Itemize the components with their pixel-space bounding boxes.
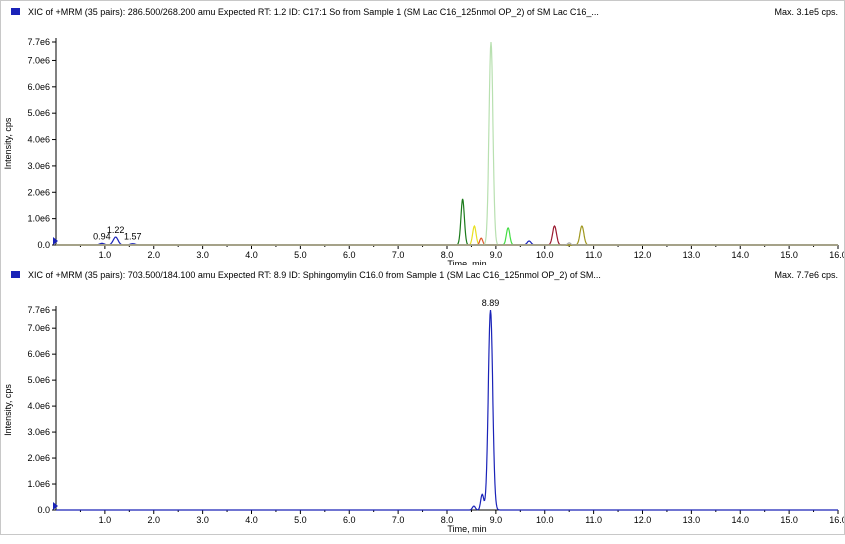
- x-tick-label: 13.0: [683, 250, 701, 260]
- y-tick-label: 1.0e6: [27, 214, 50, 224]
- series-line: [56, 309, 838, 511]
- x-tick-label: 6.0: [343, 250, 356, 260]
- y-tick-label: 2.0e6: [27, 453, 50, 463]
- y-tick-label: 6.0e6: [27, 82, 50, 92]
- y-tick-label: 7.7e6: [27, 305, 50, 315]
- trace-color-icon: [11, 8, 20, 16]
- series-line: [56, 237, 838, 246]
- y-axis-label: Intensity, cps: [3, 117, 13, 169]
- x-tick-label: 10.0: [536, 250, 554, 260]
- series-line: [56, 198, 838, 246]
- y-tick-label: 5.0e6: [27, 108, 50, 118]
- x-tick-label: 4.0: [245, 250, 258, 260]
- x-tick-label: 3.0: [196, 250, 209, 260]
- x-tick-label: 7.0: [392, 250, 405, 260]
- x-tick-label: 3.0: [196, 515, 209, 525]
- y-tick-label: 2.0e6: [27, 187, 50, 197]
- x-tick-label: 6.0: [343, 515, 356, 525]
- x-tick-label: 1.0: [99, 250, 112, 260]
- y-tick-label: 4.0e6: [27, 401, 50, 411]
- x-tick-label: 13.0: [683, 515, 701, 525]
- x-tick-label: 4.0: [245, 515, 258, 525]
- chart-panel-2[interactable]: 1.0 2.0 3.0 4.0 5.0 6.0 7.0 8.0 9.0 10.0 11.0 12.0 1…: [1, 284, 844, 534]
- x-tick-label: 14.0: [731, 515, 749, 525]
- series-line: [56, 225, 838, 246]
- y-tick-label: 0.0: [37, 240, 50, 250]
- y-tick-label: 3.0e6: [27, 161, 50, 171]
- panel-1-max-label: Max. 3.1e5 cps.: [774, 7, 838, 17]
- y-axis-label: Intensity, cps: [3, 384, 13, 436]
- trace-color-icon: [11, 271, 20, 279]
- x-tick-label: 2.0: [147, 515, 160, 525]
- series-line: [56, 41, 838, 246]
- series-line: [56, 242, 838, 246]
- x-tick-label: 1.0: [99, 515, 112, 525]
- panel-2-header: XIC of +MRM (35 pairs): 703.500/184.100 …: [11, 268, 601, 282]
- y-tick-label: 1.0e6: [27, 479, 50, 489]
- y-tick-label: 7.0e6: [27, 55, 50, 65]
- chart-panel-1[interactable]: 1.0 2.0 3.0 4.0 5.0 6.0 7.0 8.0 9.0 10.0 11.0 12.0 1…: [1, 19, 844, 265]
- panel-2-title: XIC of +MRM (35 pairs): 703.500/184.100 …: [28, 270, 601, 280]
- peak-label: 1.22: [107, 225, 125, 235]
- x-tick-label: 11.0: [585, 250, 602, 260]
- x-tick-label: 10.0: [536, 515, 554, 525]
- y-tick-label: 7.0e6: [27, 323, 50, 333]
- x-axis-label: Time, min: [447, 259, 486, 265]
- series-line: [56, 224, 838, 246]
- x-tick-label: 5.0: [294, 515, 307, 525]
- panel-2-max-label: Max. 7.7e6 cps.: [774, 270, 838, 280]
- x-tick-label: 11.0: [585, 515, 602, 525]
- x-tick-label: 15.0: [780, 515, 798, 525]
- y-tick-label: 5.0e6: [27, 375, 50, 385]
- y-tick-label: 0.0: [37, 505, 50, 515]
- x-tick-label: 9.0: [490, 250, 503, 260]
- x-tick-label: 9.0: [490, 515, 503, 525]
- x-tick-label: 12.0: [634, 250, 652, 260]
- panel-1-title: XIC of +MRM (35 pairs): 286.500/268.200 …: [28, 7, 599, 17]
- x-tick-label: 15.0: [780, 250, 798, 260]
- y-tick-label: 3.0e6: [27, 427, 50, 437]
- x-tick-label: 7.0: [392, 515, 405, 525]
- peak-label: 8.89: [482, 298, 500, 308]
- y-tick-label: 4.0e6: [27, 135, 50, 145]
- x-tick-label: 16.0: [829, 515, 844, 525]
- series-line: [56, 236, 838, 246]
- x-tick-label: 2.0: [147, 250, 160, 260]
- series-line: [56, 226, 838, 246]
- x-tick-label: 16.0: [829, 250, 844, 260]
- x-tick-label: 12.0: [634, 515, 652, 525]
- panel-1-header: XIC of +MRM (35 pairs): 286.500/268.200 …: [11, 5, 599, 19]
- y-tick-label: 6.0e6: [27, 349, 50, 359]
- peak-label: 1.57: [124, 232, 142, 242]
- x-tick-label: 14.0: [731, 250, 749, 260]
- chromatogram-window: XIC of +MRM (35 pairs): 286.500/268.200 …: [0, 0, 845, 535]
- x-axis-label: Time, min: [447, 524, 486, 534]
- x-tick-label: 5.0: [294, 250, 307, 260]
- series-line: [56, 225, 838, 246]
- y-tick-label: 7.7e6: [27, 37, 50, 47]
